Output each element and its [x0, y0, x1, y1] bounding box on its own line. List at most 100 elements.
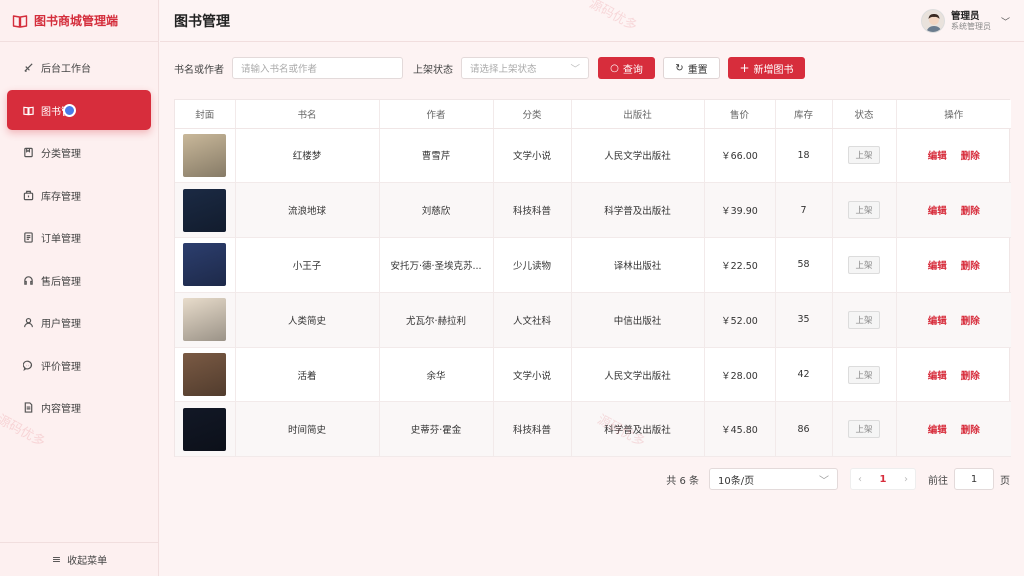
cell-publisher: 科学普及出版社: [571, 401, 705, 458]
cell-author: 安托万·德·圣埃克苏...: [379, 237, 494, 293]
edit-button[interactable]: 编辑: [928, 371, 947, 382]
cell-price: ￥39.90: [704, 182, 776, 239]
status-select[interactable]: 请选择上架状态 ﹀: [461, 57, 589, 79]
cell-stock: 35: [775, 292, 833, 348]
sidebar-item-users[interactable]: 用户管理: [7, 303, 151, 343]
sidebar-item-label: 库存管理: [41, 191, 81, 203]
cover-cell: [175, 237, 236, 293]
status-badge: 上架: [848, 146, 880, 165]
status-badge: 上架: [848, 420, 880, 439]
column-header: 状态: [832, 100, 897, 129]
cell-category: 文学小说: [493, 128, 572, 184]
cover-cell: [175, 128, 236, 184]
status-badge: 上架: [848, 255, 880, 274]
search-button[interactable]: ○ 查询: [598, 57, 655, 79]
cell-stock: 18: [775, 128, 833, 184]
brand: 图书商城管理端: [0, 0, 158, 42]
delete-button[interactable]: 删除: [961, 425, 980, 436]
user-menu[interactable]: 管理员 系统管理员 ﹀: [920, 9, 1010, 33]
cell-publisher: 人民文学出版社: [571, 128, 705, 184]
menu-icon: ≡: [51, 553, 62, 566]
cell-author: 史蒂芬·霍金: [379, 401, 494, 458]
prev-page-button[interactable]: ‹: [858, 474, 862, 485]
sidebar-item-label: 售后管理: [41, 276, 81, 288]
edit-button[interactable]: 编辑: [928, 151, 947, 162]
cell-status: 上架: [832, 128, 897, 184]
sidebar-item-label: 后台工作台: [41, 64, 91, 75]
sidebar-item-content[interactable]: 内容管理: [7, 388, 151, 428]
column-header: 售价: [704, 100, 776, 129]
edit-button[interactable]: 编辑: [928, 316, 947, 327]
search-icon: ○: [610, 62, 619, 74]
delete-button[interactable]: 删除: [961, 151, 980, 162]
book-cover-image: [183, 188, 227, 232]
category-icon: [24, 147, 33, 158]
table-row: 活着 余华 文学小说 人民文学出版社 ￥28.00 42 上架 编辑 删除: [175, 347, 1011, 403]
sidebar-item-categories[interactable]: 分类管理: [7, 133, 151, 173]
status-badge: 上架: [848, 365, 880, 384]
edit-button[interactable]: 编辑: [928, 425, 947, 436]
chevron-down-icon[interactable]: ﹀: [1001, 15, 1010, 28]
cell-status: 上架: [832, 347, 897, 403]
books-table: 封面 书名 作者 分类 出版社 售价 库存 状态 操作 红楼梦 曹雪芹 文学小说 人民…: [174, 99, 1011, 458]
cover-cell: [175, 182, 236, 239]
sidebar-item-reviews[interactable]: 评价管理: [7, 345, 151, 385]
status-label: 上架状态: [413, 64, 453, 76]
filter-bar: 书名或作者 请输入书名或作者 上架状态 请选择上架状态 ﹀ ○ 查询 ↻ 重置 …: [174, 57, 813, 79]
cell-actions: 编辑 删除: [896, 237, 1011, 293]
cell-title: 红楼梦: [235, 128, 380, 184]
cell-actions: 编辑 删除: [896, 128, 1011, 184]
cell-title: 小王子: [235, 237, 380, 293]
book-cover-image: [183, 353, 227, 397]
table-row: 小王子 安托万·德·圣埃克苏... 少儿读物 译林出版社 ￥22.50 58 上架 编辑 删除: [175, 237, 1011, 293]
search-button-label: 查询: [622, 64, 643, 76]
cell-publisher: 科学普及出版社: [571, 182, 705, 239]
cell-author: 尤瓦尔·赫拉利: [379, 292, 494, 348]
keyword-input[interactable]: 请输入书名或作者: [232, 57, 403, 79]
headset-icon: [24, 275, 33, 285]
edit-button[interactable]: 编辑: [928, 261, 947, 272]
book-cover-image: [183, 407, 227, 451]
cell-title: 流浪地球: [235, 182, 380, 239]
delete-button[interactable]: 删除: [961, 371, 980, 382]
collapse-menu-label: 收起菜单: [67, 556, 108, 567]
cell-publisher: 人民文学出版社: [571, 347, 705, 403]
cell-price: ￥28.00: [704, 347, 776, 403]
collapse-menu-button[interactable]: ≡ 收起菜单: [0, 542, 159, 576]
sidebar-item-books[interactable]: 图书管: [7, 90, 151, 130]
status-select-placeholder: 请选择上架状态: [470, 64, 537, 75]
cover-cell: [175, 401, 236, 458]
plus-icon: +: [739, 61, 750, 75]
reset-button[interactable]: ↻ 重置: [663, 57, 720, 79]
delete-button[interactable]: 删除: [961, 316, 980, 327]
chevron-down-icon: ﹀: [819, 475, 829, 487]
column-header: 作者: [379, 100, 494, 129]
cell-status: 上架: [832, 292, 897, 348]
cell-price: ￥52.00: [704, 292, 776, 348]
page-size-select[interactable]: 10条/页 ﹀: [709, 468, 838, 490]
refresh-icon: ↻: [675, 62, 684, 74]
sidebar-item-aftersales[interactable]: 售后管理: [7, 260, 151, 300]
cell-actions: 编辑 删除: [896, 182, 1011, 239]
cell-status: 上架: [832, 401, 897, 458]
table-row: 时间简史 史蒂芬·霍金 科技科普 科学普及出版社 ￥45.80 86 上架 编辑 删除: [175, 401, 1011, 458]
column-header: 书名: [235, 100, 380, 129]
page-size-value: 10条/页: [718, 475, 755, 487]
cell-publisher: 中信出版社: [571, 292, 705, 348]
cell-stock: 42: [775, 347, 833, 403]
delete-button[interactable]: 删除: [961, 261, 980, 272]
sidebar-item-dashboard[interactable]: 后台工作台: [7, 48, 151, 88]
goto-page-input[interactable]: 1: [954, 468, 994, 490]
cell-category: 科技科普: [493, 182, 572, 239]
pagination: 共 6 条 10条/页 ﹀ ‹ 1 › 前往 1 页: [666, 468, 1010, 490]
add-book-button[interactable]: + 新增图书: [728, 57, 805, 79]
sidebar-item-inventory[interactable]: 库存管理: [7, 175, 151, 215]
comment-icon: [23, 360, 33, 371]
sidebar-item-orders[interactable]: 订单管理: [7, 218, 151, 258]
next-page-button[interactable]: ›: [904, 474, 908, 485]
edit-button[interactable]: 编辑: [928, 206, 947, 217]
cell-actions: 编辑 删除: [896, 401, 1011, 458]
current-page[interactable]: 1: [880, 474, 887, 485]
delete-button[interactable]: 删除: [961, 206, 980, 217]
inventory-icon: [23, 190, 34, 200]
